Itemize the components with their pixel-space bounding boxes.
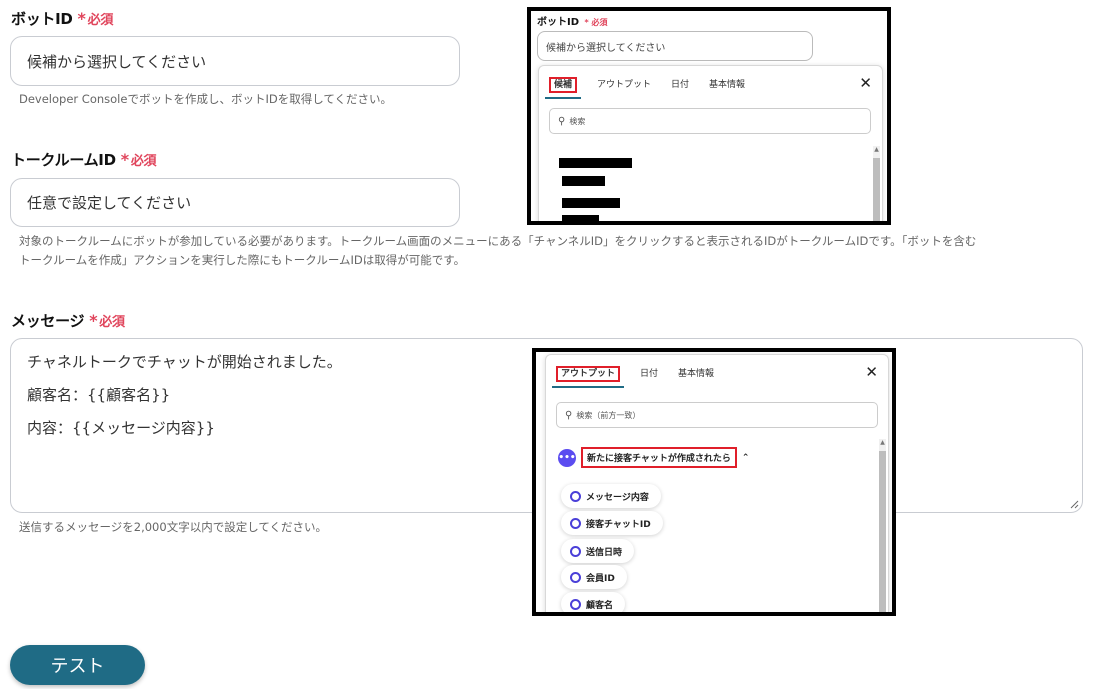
output-item-label: 顧客名 (586, 600, 614, 611)
item-icon (570, 545, 581, 557)
output-item[interactable]: メッセージ内容 (561, 484, 661, 508)
tab-candidates-label: 候補 (549, 76, 578, 93)
tab-candidates[interactable]: 候補 (545, 76, 582, 99)
inset-bot-id-label: ボットID * 必須 (537, 13, 607, 28)
search-icon: ⚲ (558, 115, 566, 127)
item-icon (570, 571, 581, 583)
message-label: メッセージ * 必須 (11, 310, 125, 331)
room-id-label: トークルームID * 必須 (11, 149, 157, 170)
output-group-label: 新たに接客チャットが作成されたら (581, 447, 737, 468)
required-text: 必須 (130, 154, 157, 169)
required-marker: * 必須 (77, 9, 114, 28)
output-item[interactable]: 接客チャットID (561, 511, 663, 535)
room-id-help-2: トークルームを作成」アクションを実行した際にもトークルームIDは取得が可能です。 (19, 253, 466, 267)
close-icon[interactable]: ✕ (859, 74, 872, 92)
output-item[interactable]: 顧客名 (561, 592, 626, 612)
scroll-up-icon[interactable]: ▲ (879, 439, 886, 446)
output-item-label: 送信日時 (586, 547, 623, 558)
item-icon (570, 490, 581, 502)
output-panel: アウトプット 日付 基本情報 ✕ ⚲ 検索（前方一致） ••• 新たに接客チャッ… (545, 354, 889, 612)
scrollbar-thumb[interactable] (873, 158, 880, 221)
redacted-item[interactable] (562, 215, 599, 221)
required-text: 必須 (99, 315, 125, 330)
required-text: 必須 (87, 13, 114, 28)
room-id-input[interactable]: 任意で設定してください (10, 178, 460, 227)
scrollbar[interactable]: ▲ (879, 439, 886, 612)
search-placeholder: 検索 (569, 116, 586, 126)
bot-icon: ••• (558, 448, 576, 467)
candidate-panel: 候補 アウトプット 日付 基本情報 ✕ ⚲ 検索 ▲ (538, 65, 883, 221)
search-input[interactable]: ⚲ 検索 (549, 108, 871, 134)
chevron-up-icon[interactable]: ⌃ (742, 453, 750, 463)
panel-tabs: 候補 アウトプット 日付 基本情報 (539, 66, 882, 100)
required-text: 必須 (591, 18, 608, 27)
room-id-help-1: 対象のトークルームにボットが参加している必要があります。トークルーム画面のメニュ… (19, 234, 977, 248)
room-id-placeholder: 任意で設定してください (27, 194, 192, 212)
search-placeholder: 検索（前方一致） (576, 410, 641, 420)
redacted-item[interactable] (559, 158, 632, 168)
inset-screenshot-candidates: ボットID * 必須 候補から選択してください 候補 アウトプット 日付 基本情… (527, 7, 891, 225)
bot-id-placeholder: 候補から選択してください (27, 52, 207, 71)
tab-output[interactable]: アウトプット (597, 77, 651, 90)
tab-output-label: アウトプット (556, 365, 621, 382)
redacted-item[interactable] (562, 198, 620, 208)
item-icon (570, 517, 581, 529)
active-tab-underline (552, 385, 625, 388)
output-item[interactable]: 送信日時 (561, 539, 635, 563)
inset-bot-id-input[interactable]: 候補から選択してください (537, 31, 813, 61)
close-icon[interactable]: ✕ (865, 363, 878, 381)
message-help: 送信するメッセージを2,000文字以内で設定してください。 (19, 520, 327, 534)
message-label-text: メッセージ (11, 312, 85, 330)
tab-date[interactable]: 日付 (640, 366, 658, 379)
tab-date[interactable]: 日付 (671, 77, 689, 90)
output-item[interactable]: 会員ID (561, 565, 627, 589)
required-marker: * 必須 (120, 150, 157, 169)
search-icon: ⚲ (565, 409, 573, 421)
output-item-label: 接客チャットID (586, 519, 651, 530)
tab-basic-info[interactable]: 基本情報 (678, 366, 714, 379)
item-icon (570, 598, 581, 610)
bot-id-label-text: ボットID (11, 10, 73, 28)
resize-handle-icon[interactable] (1069, 499, 1079, 509)
test-button[interactable]: テスト (10, 645, 145, 685)
inset-screenshot-output: アウトプット 日付 基本情報 ✕ ⚲ 検索（前方一致） ••• 新たに接客チャッ… (532, 348, 896, 616)
redacted-item[interactable] (562, 176, 605, 186)
tab-basic-info[interactable]: 基本情報 (709, 77, 745, 90)
bot-id-help: Developer Consoleでボットを作成し、ボットIDを取得してください… (19, 92, 393, 106)
scrollbar[interactable]: ▲ (873, 146, 880, 221)
tab-output[interactable]: アウトプット (552, 365, 625, 388)
search-input[interactable]: ⚲ 検索（前方一致） (556, 402, 878, 428)
bot-id-input[interactable]: 候補から選択してください (10, 36, 460, 86)
scroll-up-icon[interactable]: ▲ (873, 146, 880, 153)
room-id-label-text: トークルームID (11, 151, 116, 169)
inset-label-text: ボットID (537, 17, 580, 28)
output-item-label: メッセージ内容 (586, 492, 649, 503)
required-marker: * 必須 (584, 18, 608, 27)
active-tab-underline (545, 96, 582, 99)
output-group[interactable]: ••• 新たに接客チャットが作成されたら ⌃ (558, 447, 749, 468)
output-item-label: 会員ID (586, 573, 615, 584)
panel-tabs: アウトプット 日付 基本情報 (546, 355, 888, 389)
bot-id-label: ボットID * 必須 (11, 8, 113, 29)
required-marker: * 必須 (89, 311, 125, 330)
scrollbar-thumb[interactable] (879, 451, 886, 612)
